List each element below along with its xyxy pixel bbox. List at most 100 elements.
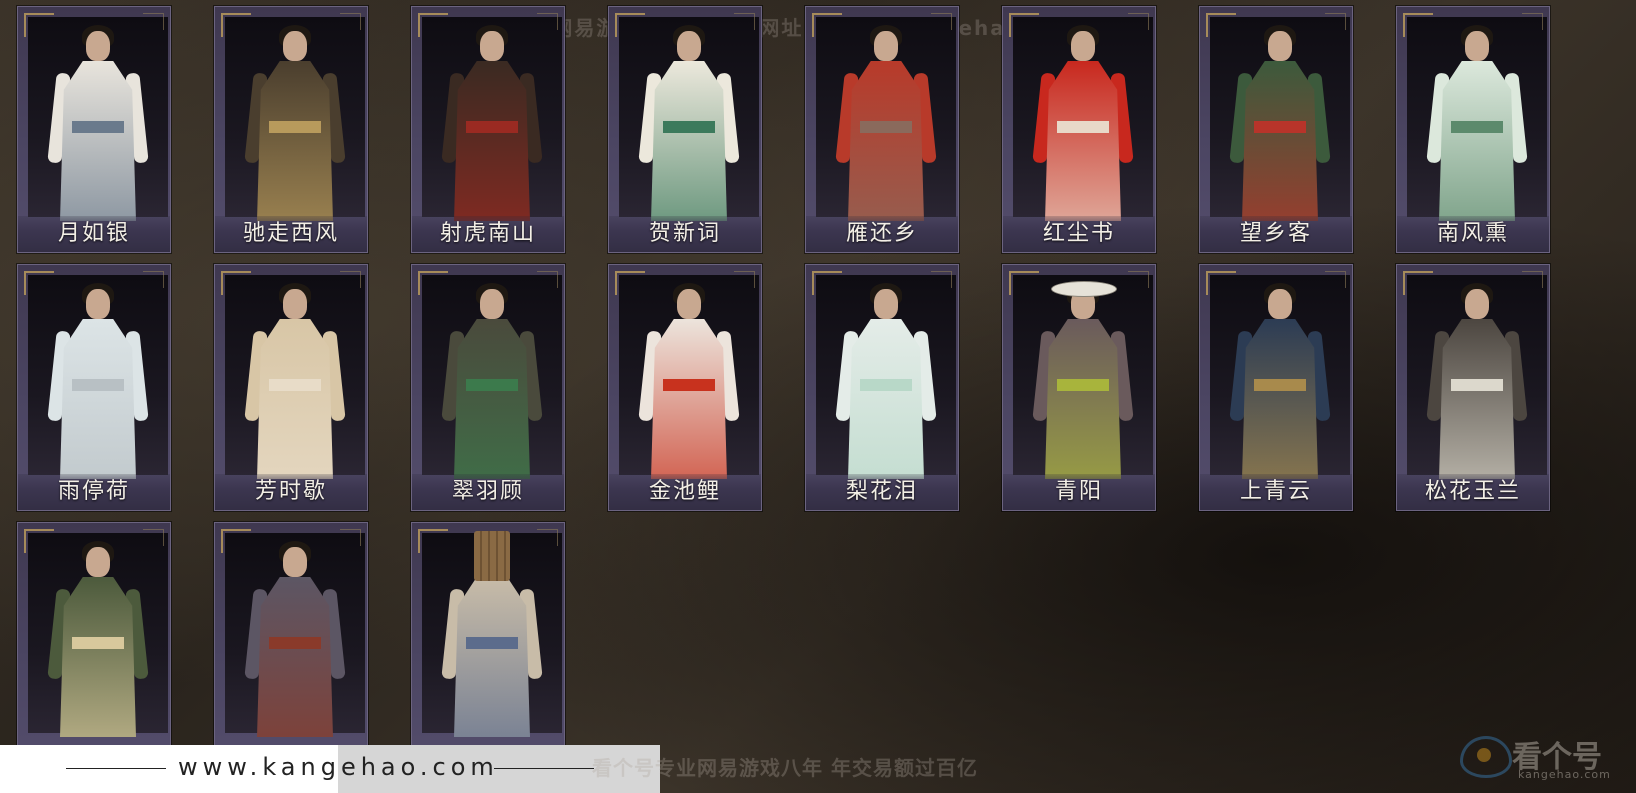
character-portrait — [225, 533, 365, 737]
character-portrait — [28, 533, 168, 737]
figure-belt — [466, 637, 518, 649]
bottom-watermark: 看个号专业网易游戏八年 年交易额过百亿 — [592, 756, 978, 780]
character-figure — [47, 25, 149, 221]
character-card[interactable]: 射虎南山 — [411, 6, 565, 253]
figure-belt — [1451, 379, 1503, 391]
figure-head — [480, 289, 504, 319]
character-card[interactable]: 青阳 — [1002, 264, 1156, 511]
bucket-icon — [474, 531, 510, 581]
character-name: 贺新词 — [609, 216, 761, 252]
figure-head — [86, 31, 110, 61]
divider-line — [66, 768, 166, 769]
character-figure — [1426, 25, 1528, 221]
figure-belt — [663, 379, 715, 391]
figure-head — [1268, 289, 1292, 319]
character-name: 翠羽顾 — [412, 474, 564, 510]
character-card[interactable]: 芳时歇 — [214, 264, 368, 511]
figure-head — [283, 547, 307, 577]
figure-robe — [454, 61, 530, 221]
character-grid: 月如银 驰走西风 射虎南山 贺新词 雁还乡 红尘书 望乡客 南风熏雨停荷 芳时歇 翠羽顾 金池鲤 梨花… — [0, 0, 1636, 793]
character-figure — [638, 283, 740, 479]
character-figure — [244, 283, 346, 479]
character-card[interactable]: 松花玉兰 — [1396, 264, 1550, 511]
figure-robe — [60, 319, 136, 479]
figure-robe — [1439, 61, 1515, 221]
figure-robe — [848, 61, 924, 221]
character-card[interactable]: 雨停荷 — [17, 264, 171, 511]
character-figure — [638, 25, 740, 221]
figure-belt — [269, 121, 321, 133]
figure-robe — [454, 319, 530, 479]
character-figure — [835, 25, 937, 221]
character-card[interactable]: 月如银 — [17, 6, 171, 253]
figure-head — [874, 289, 898, 319]
character-portrait — [225, 275, 365, 479]
figure-belt — [466, 121, 518, 133]
figure-head — [480, 31, 504, 61]
figure-robe — [257, 319, 333, 479]
character-portrait — [28, 17, 168, 221]
character-portrait — [1407, 17, 1547, 221]
character-portrait — [1210, 275, 1350, 479]
figure-belt — [1254, 121, 1306, 133]
figure-robe — [257, 61, 333, 221]
character-name: 雁还乡 — [806, 216, 958, 252]
figure-robe — [848, 319, 924, 479]
character-figure — [244, 25, 346, 221]
character-name: 金池鲤 — [609, 474, 761, 510]
character-portrait — [422, 531, 562, 737]
figure-robe — [1045, 61, 1121, 221]
url-strip: www.kangehao.com — [0, 745, 660, 793]
divider-line — [494, 768, 594, 769]
character-card[interactable]: 驰走西风 — [214, 6, 368, 253]
character-name: 芳时歇 — [215, 474, 367, 510]
figure-robe — [60, 577, 136, 737]
figure-belt — [269, 637, 321, 649]
character-portrait — [1013, 17, 1153, 221]
character-name: 驰走西风 — [215, 216, 367, 252]
character-card[interactable]: 红尘书 — [1002, 6, 1156, 253]
figure-belt — [1451, 121, 1503, 133]
figure-head — [677, 289, 701, 319]
figure-belt — [1057, 379, 1109, 391]
figure-robe — [651, 319, 727, 479]
figure-robe — [257, 577, 333, 737]
figure-robe — [1242, 61, 1318, 221]
character-card[interactable]: 南风熏 — [1396, 6, 1550, 253]
character-card[interactable] — [214, 522, 368, 769]
character-card[interactable]: 雁还乡 — [805, 6, 959, 253]
character-card[interactable] — [411, 522, 565, 769]
figure-head — [677, 31, 701, 61]
figure-robe — [60, 61, 136, 221]
figure-belt — [72, 379, 124, 391]
character-figure — [1032, 281, 1134, 479]
character-portrait — [619, 275, 759, 479]
figure-head — [86, 289, 110, 319]
character-card[interactable]: 上青云 — [1199, 264, 1353, 511]
character-figure — [1229, 283, 1331, 479]
character-name: 月如银 — [18, 216, 170, 252]
character-card[interactable]: 金池鲤 — [608, 264, 762, 511]
figure-belt — [72, 637, 124, 649]
character-card[interactable]: 梨花泪 — [805, 264, 959, 511]
character-card[interactable]: 翠羽顾 — [411, 264, 565, 511]
eye-icon — [1460, 736, 1512, 778]
character-card[interactable]: 贺新词 — [608, 6, 762, 253]
brand-domain: kangehao.com — [1518, 768, 1611, 781]
site-url: www.kangehao.com — [178, 753, 499, 781]
character-name: 梨花泪 — [806, 474, 958, 510]
figure-head — [1465, 289, 1489, 319]
character-name: 上青云 — [1200, 474, 1352, 510]
character-name: 望乡客 — [1200, 216, 1352, 252]
character-portrait — [619, 17, 759, 221]
character-name: 雨停荷 — [18, 474, 170, 510]
character-card[interactable] — [17, 522, 171, 769]
character-figure — [1032, 25, 1134, 221]
character-figure — [47, 283, 149, 479]
character-card[interactable]: 望乡客 — [1199, 6, 1353, 253]
character-portrait — [28, 275, 168, 479]
character-name: 青阳 — [1003, 474, 1155, 510]
character-figure — [47, 541, 149, 737]
character-name: 射虎南山 — [412, 216, 564, 252]
figure-robe — [1045, 319, 1121, 479]
